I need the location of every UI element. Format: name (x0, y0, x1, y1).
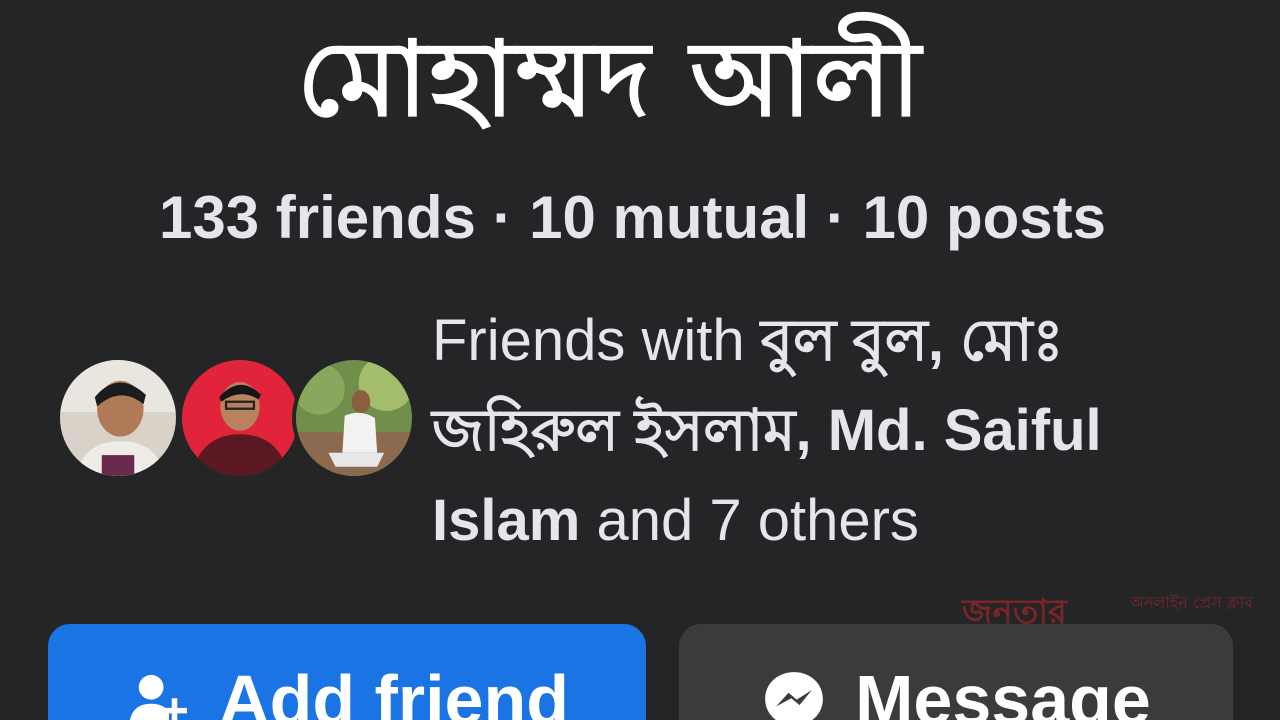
profile-stats[interactable]: 133 friends · 10 mutual · 10 posts (0, 182, 1265, 254)
add-friend-button[interactable]: Add friend (48, 624, 646, 720)
message-label: Message (855, 661, 1151, 720)
mutual-friend-avatar[interactable] (56, 356, 180, 480)
watermark-side: অনলাইন প্রেস ক্লাব (1130, 593, 1254, 612)
add-friend-icon (130, 674, 187, 720)
mutual-friends-text[interactable]: Friends with বুল বুল, মোঃ জহিরুল ইসলাম, … (432, 296, 1262, 566)
person-avatar-2-icon (182, 360, 298, 476)
mutual-friend-avatars[interactable] (56, 356, 416, 488)
person-avatar-3-icon (296, 360, 412, 476)
mutual-friend-avatar[interactable] (178, 356, 302, 480)
mutual-suffix[interactable]: and 7 others (580, 488, 918, 553)
add-friend-label: Add friend (219, 661, 569, 720)
person-avatar-1-icon (60, 360, 176, 476)
message-button[interactable]: Message (679, 624, 1233, 720)
messenger-icon (765, 672, 823, 720)
profile-name: মোহাম্মদ আলী (297, 18, 923, 140)
mutual-friend-avatar[interactable] (292, 356, 416, 480)
mutual-prefix: Friends with (432, 308, 761, 373)
profile-page: মোহাম্মদ আলী 133 friends · 10 mutual · 1… (0, 0, 1280, 720)
